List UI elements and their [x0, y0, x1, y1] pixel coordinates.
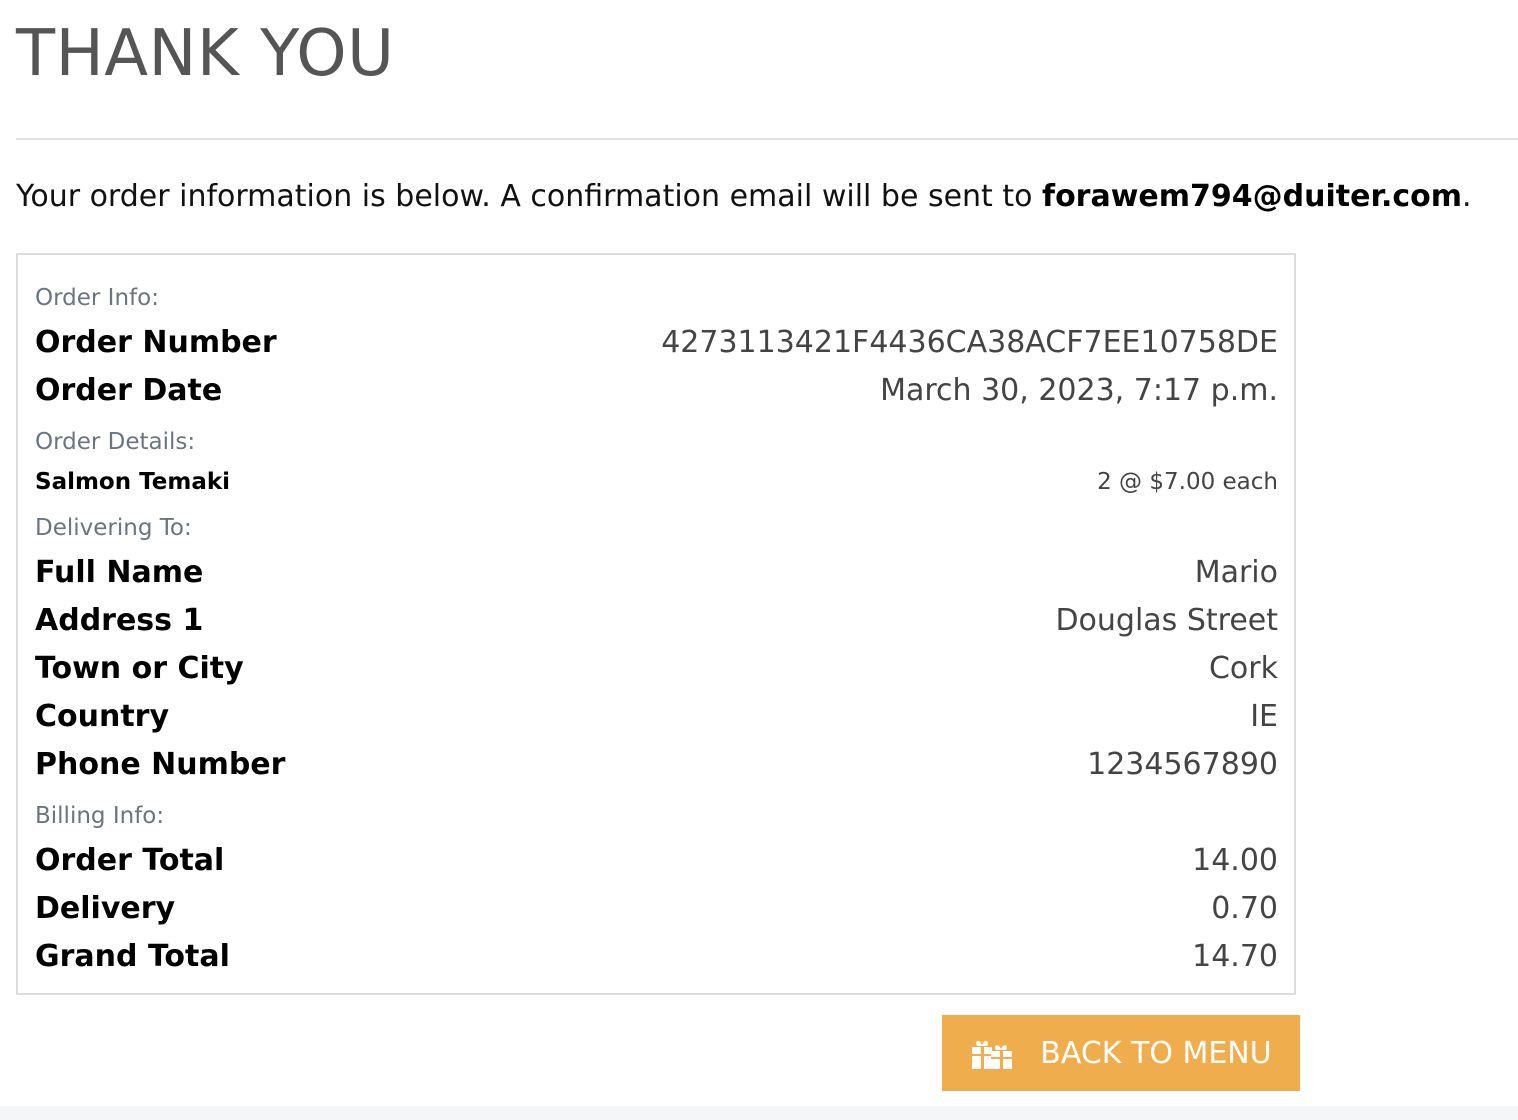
- order-info-label: Order Info:: [35, 285, 159, 311]
- delivering-to-label: Delivering To:: [35, 515, 192, 541]
- town-label: Town or City: [35, 651, 244, 686]
- intro-text: Your order information is below. A confi…: [16, 176, 1472, 218]
- delivery-value: 0.70: [1211, 891, 1278, 926]
- full-name-value: Mario: [1194, 555, 1278, 590]
- checkout-success-page: THANK YOU Your order information is belo…: [0, 0, 1518, 1120]
- full-name-label: Full Name: [35, 555, 204, 590]
- order-date-label: Order Date: [35, 373, 223, 408]
- confirmation-email: forawem794@duiter.com: [1042, 179, 1463, 214]
- billing-info-label: Billing Info:: [35, 803, 165, 829]
- order-total-value: 14.00: [1192, 843, 1278, 878]
- country-value: IE: [1250, 699, 1278, 734]
- phone-label: Phone Number: [35, 747, 286, 782]
- order-total-label: Order Total: [35, 843, 225, 878]
- order-item-qty-price: 2 @ $7.00 each: [1097, 469, 1278, 495]
- page-title: THANK YOU: [16, 17, 395, 91]
- intro-prefix: Your order information is below. A confi…: [16, 179, 1043, 214]
- delivery-label: Delivery: [35, 891, 176, 926]
- intro-suffix: .: [1462, 179, 1472, 214]
- order-date-value: March 30, 2023, 7:17 p.m.: [880, 373, 1278, 408]
- address1-label: Address 1: [35, 603, 204, 638]
- back-to-menu-label: BACK TO MENU: [1040, 1035, 1272, 1071]
- order-number-value: 4273113421F4436CA38ACF7EE10758DE: [661, 325, 1278, 360]
- order-item-name: Salmon Temaki: [35, 469, 231, 495]
- phone-value: 1234567890: [1087, 747, 1278, 782]
- order-number-label: Order Number: [35, 325, 277, 360]
- title-divider: [16, 138, 1518, 140]
- gifts-icon: [970, 1035, 1014, 1071]
- footer-strip: [0, 1106, 1518, 1120]
- town-value: Cork: [1208, 651, 1278, 686]
- grand-total-label: Grand Total: [35, 939, 230, 974]
- address1-value: Douglas Street: [1055, 603, 1278, 638]
- order-details-label: Order Details:: [35, 429, 196, 455]
- order-summary-card: Order Info: Order Number 4273113421F4436…: [16, 253, 1296, 995]
- grand-total-value: 14.70: [1192, 939, 1278, 974]
- country-label: Country: [35, 699, 170, 734]
- back-to-menu-button[interactable]: BACK TO MENU: [942, 1015, 1300, 1091]
